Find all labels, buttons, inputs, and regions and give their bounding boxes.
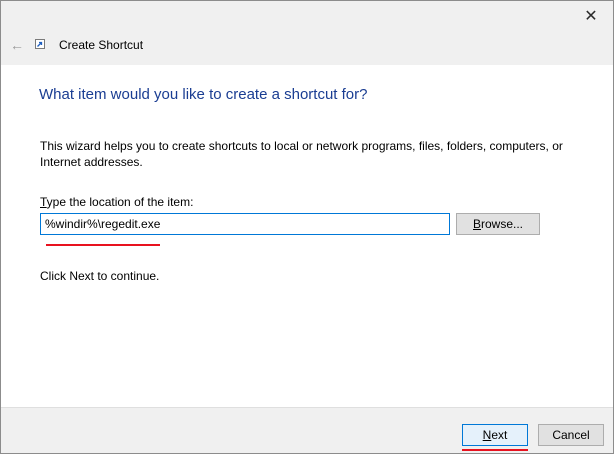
location-input[interactable] — [40, 213, 450, 235]
location-highlight-underline — [46, 244, 160, 246]
continue-text: Click Next to continue. — [40, 269, 160, 283]
wizard-content: What item would you like to create a sho… — [1, 65, 613, 407]
wizard-description: This wizard helps you to create shortcut… — [40, 139, 563, 169]
cancel-button[interactable]: Cancel — [538, 424, 604, 446]
next-button[interactable]: Next — [462, 424, 528, 446]
next-label: ext — [491, 428, 508, 442]
browse-label: rowse... — [481, 217, 524, 231]
wizard-title: Create Shortcut — [59, 38, 144, 52]
wizard-header: ← Create Shortcut — [1, 31, 613, 65]
location-label-access-key: T — [40, 195, 47, 209]
back-arrow-icon[interactable]: ← — [9, 37, 25, 53]
close-button[interactable]: ✕ — [569, 1, 613, 31]
main-question: What item would you like to create a sho… — [39, 86, 368, 103]
browse-access-key: B — [472, 217, 481, 231]
location-label-text: ype the location of the item: — [46, 195, 194, 209]
shortcut-icon — [35, 39, 45, 49]
location-label: Type the location of the item: — [40, 195, 193, 209]
title-bar: ✕ — [1, 1, 613, 31]
close-icon: ✕ — [584, 8, 598, 25]
create-shortcut-window: ✕ ← Create Shortcut What item would you … — [0, 0, 614, 454]
wizard-footer: Next Cancel — [1, 407, 613, 453]
browse-button[interactable]: Browse... — [456, 213, 540, 235]
next-highlight-underline — [462, 449, 528, 451]
